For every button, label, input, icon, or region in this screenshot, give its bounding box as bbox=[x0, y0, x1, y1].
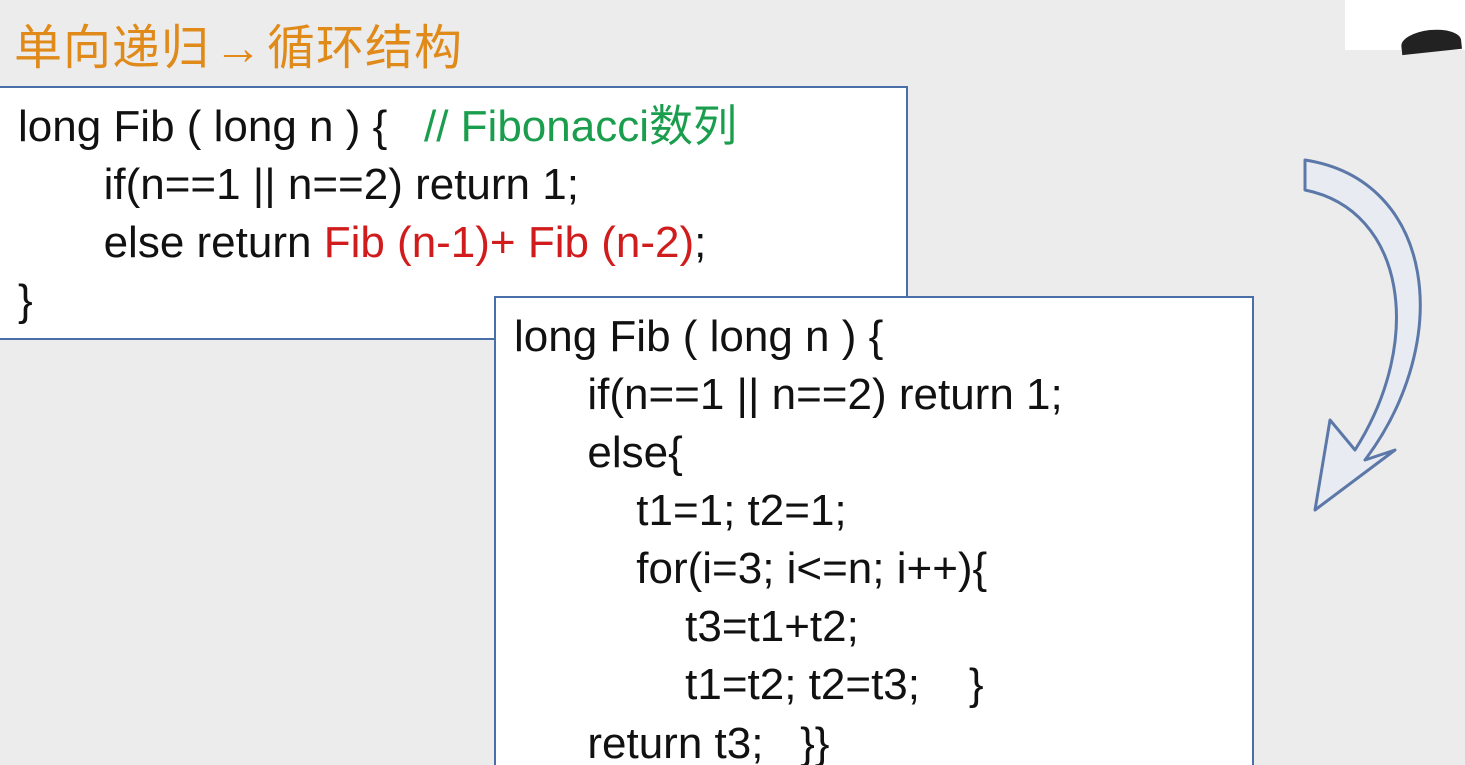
code2-l6: t3=t1+t2; bbox=[514, 602, 859, 651]
code1-recursion: Fib (n-1)+ Fib (n-2) bbox=[324, 218, 694, 267]
code1-l1a: long Fib ( long n ) { bbox=[18, 102, 424, 151]
slide-title: 单向递归→循环结构 bbox=[14, 8, 463, 78]
code2-l1: long Fib ( long n ) { bbox=[514, 312, 883, 361]
code2-l8: return t3; }} bbox=[514, 719, 830, 765]
code-box-iterative: long Fib ( long n ) { if(n==1 || n==2) r… bbox=[494, 296, 1254, 765]
code1-comment: // Fibonacci数列 bbox=[424, 102, 737, 151]
curved-arrow-icon bbox=[1245, 150, 1465, 550]
code2-l4: t1=1; t2=1; bbox=[514, 486, 847, 535]
code2-l2: if(n==1 || n==2) return 1; bbox=[514, 370, 1063, 419]
code2-l3: else{ bbox=[514, 428, 683, 477]
title-left: 单向递归 bbox=[14, 22, 210, 75]
title-right: 循环结构 bbox=[267, 22, 463, 75]
code1-l3a: else return bbox=[18, 218, 324, 267]
code1-l3c: ; bbox=[694, 218, 706, 267]
code1-l2: if(n==1 || n==2) return 1; bbox=[18, 160, 579, 209]
arrow-icon: → bbox=[210, 21, 267, 76]
slide: 单向递归→循环结构 long Fib ( long n ) { // Fibon… bbox=[0, 0, 1465, 765]
code1-l4: } bbox=[18, 276, 33, 325]
code2-l7: t1=t2; t2=t3; } bbox=[514, 660, 984, 709]
webcam-thumbnail bbox=[1345, 0, 1465, 50]
code2-l5: for(i=3; i<=n; i++){ bbox=[514, 544, 987, 593]
